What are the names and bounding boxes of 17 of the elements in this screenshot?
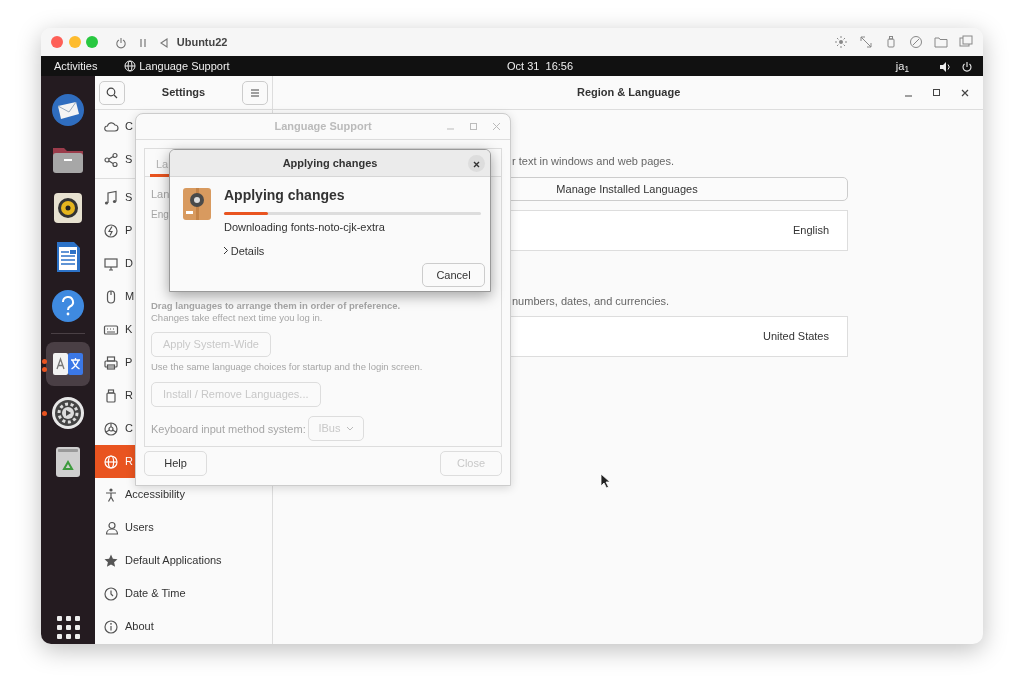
- formats-value: United States: [762, 329, 829, 345]
- dialog-heading: Applying changes: [224, 187, 346, 204]
- window-title: Ubuntu22: [176, 34, 228, 50]
- sidebar-title: Settings: [161, 85, 206, 101]
- language-value: English: [792, 223, 829, 239]
- field-label: Lan: [151, 188, 170, 200]
- drag-hint: Drag languages to arrange them in order of preference.: [151, 300, 402, 312]
- changes-note: Changes take effect next time you log in.: [151, 312, 324, 324]
- formats-description: numbers, dates, and currencies.: [512, 294, 670, 309]
- page-title: Region & Language: [577, 85, 681, 101]
- window-title: Language Support: [274, 119, 372, 135]
- apply-note: Use the same language choices for startup and the login screen.: [151, 361, 424, 373]
- input-method-label: Keyboard input method system:: [151, 422, 306, 435]
- language-description: r text in windows and web pages.: [512, 154, 675, 169]
- language-item: Eng: [151, 209, 169, 220]
- status-text: Downloading fonts-noto-cjk-extra: [224, 220, 386, 235]
- dialog-title: Applying changes: [282, 155, 378, 171]
